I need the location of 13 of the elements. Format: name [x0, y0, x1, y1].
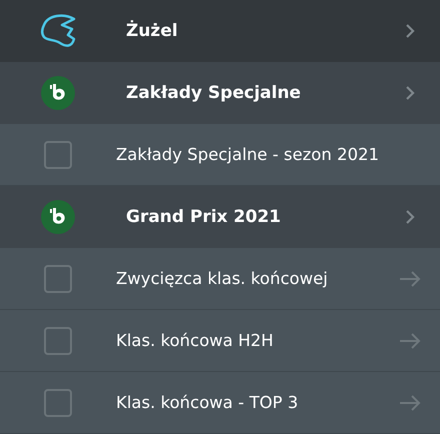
checkbox[interactable] [44, 388, 72, 416]
category-title[interactable]: Żużel [116, 20, 380, 40]
category-title[interactable]: Grand Prix 2021 [116, 206, 380, 226]
market-label[interactable]: Zakłady Specjalne - sezon 2021 [116, 145, 380, 164]
checkbox[interactable] [44, 140, 72, 168]
category-title[interactable]: Zakłady Specjalne [116, 82, 380, 102]
market-label[interactable]: Zwycięzca klas. końcowej [116, 269, 380, 288]
checkbox[interactable] [44, 326, 72, 354]
market-label[interactable]: Klas. końcowa - TOP 3 [116, 393, 380, 412]
logo-icon [41, 76, 75, 110]
market-label[interactable]: Klas. końcowa H2H [116, 331, 380, 350]
checkbox[interactable] [44, 264, 72, 292]
logo-icon [41, 200, 75, 234]
